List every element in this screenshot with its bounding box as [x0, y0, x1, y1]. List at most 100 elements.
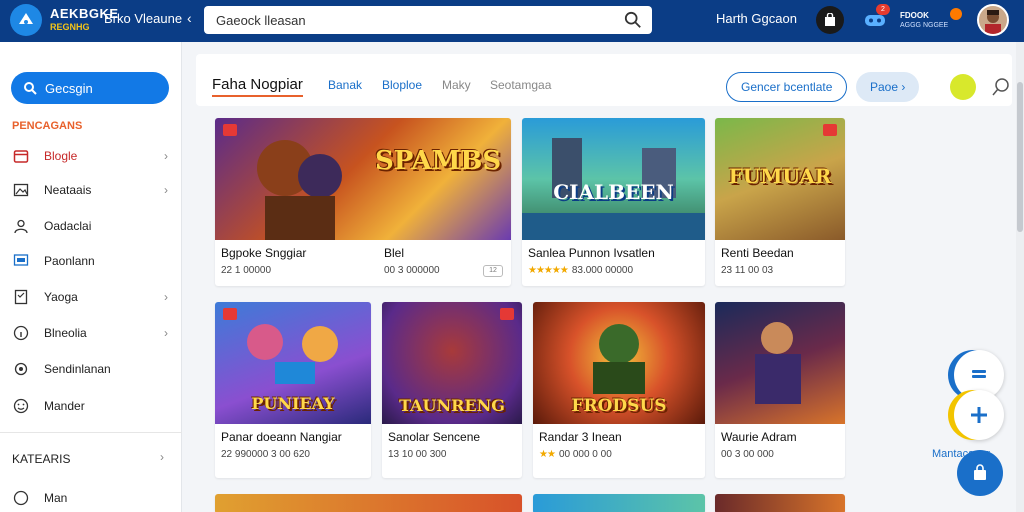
- sidebar-item-man[interactable]: Man: [12, 486, 172, 510]
- header-nav-link[interactable]: Brko Vleaune: [104, 11, 182, 26]
- smile-icon: [12, 397, 30, 415]
- bag-icon: [974, 464, 986, 480]
- sidebar-item-mander[interactable]: Mander: [12, 394, 172, 418]
- scrollbar[interactable]: [1016, 42, 1024, 512]
- game-meta: 00 3 000000: [384, 265, 440, 276]
- game-meta-text: 23 11 00 03: [721, 265, 774, 276]
- sidebar-item-neataais[interactable]: Neataais ›: [12, 178, 172, 202]
- hot-badge: [823, 124, 837, 136]
- sidebar-divider: [0, 432, 182, 433]
- chevron-right-icon: ›: [164, 290, 168, 304]
- game-name: Waurie Adram: [721, 430, 797, 444]
- info-icon: [12, 324, 30, 342]
- tab-bloploe[interactable]: Bloploe: [382, 78, 422, 92]
- sidebar-item-oadaclai[interactable]: Oadaclai: [12, 214, 172, 238]
- game-art-title: CIALBEEN: [553, 180, 674, 204]
- game-art-title: TAUNRENG: [399, 396, 505, 415]
- character-art-icon: [257, 140, 342, 240]
- game-card[interactable]: FRODSUS Randar 3 Inean ★★ 00 000 0 00: [533, 302, 705, 478]
- game-meta: 23 11 00 03: [721, 265, 773, 276]
- game-card[interactable]: [215, 494, 522, 512]
- user-name[interactable]: Harth Ggcaon: [716, 11, 797, 26]
- game-meta: 22 1 00000: [221, 265, 271, 276]
- outline-filter-button[interactable]: Gencer bcentlate: [726, 72, 848, 102]
- top-header: AEKBGKE REGNHG Brko Vleaune ‹ Gaeock lle…: [0, 0, 1024, 42]
- sidebar-item-blneolia[interactable]: Blneolia ›: [12, 321, 172, 345]
- circle-icon: [12, 489, 30, 507]
- account-label[interactable]: FDOOK: [900, 11, 929, 20]
- game-card[interactable]: SPAMBS Bgpoke Snggiar 22 1 00000 12: [215, 118, 511, 286]
- game-art: TAUNRENG: [382, 302, 522, 424]
- bag-button[interactable]: [816, 6, 844, 34]
- avatar[interactable]: [977, 4, 1009, 36]
- rating-stars: ★★: [539, 449, 556, 460]
- bag-icon: [825, 13, 835, 26]
- search-input[interactable]: Gaeock lleasan: [204, 6, 652, 34]
- sidebar-item-label: Sendinlanan: [44, 362, 111, 376]
- settings-icon: [12, 360, 30, 378]
- brand-subtitle: REGNHG: [50, 22, 90, 32]
- cart-fab-button[interactable]: [957, 450, 1003, 496]
- app-logo[interactable]: [10, 4, 42, 36]
- game-meta: 00 3 00 000: [721, 449, 774, 460]
- game-art: FRODSUS: [533, 302, 705, 424]
- image-icon: [12, 181, 30, 199]
- game-card[interactable]: FUMUAR Renti Beedan 23 11 00 03: [715, 118, 845, 286]
- chevron-right-icon: ›: [160, 450, 164, 464]
- hot-badge: [500, 308, 514, 320]
- game-art: CIALBEEN: [522, 118, 705, 240]
- add-fab-button[interactable]: [954, 390, 1004, 440]
- game-card[interactable]: Waurie Adram 00 3 00 000: [715, 302, 845, 478]
- sidebar-item-label: Yaoga: [44, 290, 78, 304]
- sidebar-category-title[interactable]: KATEARIS: [12, 452, 70, 466]
- search-icon[interactable]: [624, 11, 642, 29]
- game-card[interactable]: CIALBEEN Sanlea Punnon Ivsatlen ★★★★★ 83.…: [522, 118, 705, 286]
- coin-icon: [950, 8, 962, 20]
- tab-seotamgaa[interactable]: Seotamgaa: [490, 78, 551, 92]
- game-meta: 13 10 00 300: [388, 449, 446, 460]
- search-icon: [24, 82, 37, 95]
- game-card[interactable]: TAUNRENG Sanolar Sencene 13 10 00 300: [382, 302, 522, 478]
- notification-count: 2: [876, 4, 890, 15]
- chevron-right-icon: ›: [164, 149, 168, 163]
- search-icon[interactable]: [990, 76, 1012, 98]
- game-art-title: SPAMBS: [375, 146, 502, 176]
- tab-maky[interactable]: Maky: [442, 78, 471, 92]
- sidebar-primary-label: Gecsgin: [45, 80, 93, 96]
- sidebar-primary-button[interactable]: Gecsgin: [11, 72, 169, 104]
- game-card[interactable]: PUNIEAY Panar doeann Nangiar 22 990000 3…: [215, 302, 371, 478]
- sidebar-item-label: Paonlann: [44, 254, 95, 268]
- chevron-right-icon: ›: [164, 183, 168, 197]
- sidebar-item-label: Blneolia: [44, 326, 87, 340]
- sidebar-item-paonlann[interactable]: Paonlann: [12, 249, 172, 273]
- tab-main[interactable]: Faha Nogpiar: [212, 76, 303, 97]
- game-meta: 22 990000 3 00 620: [221, 449, 310, 460]
- tab-banak[interactable]: Banak: [328, 78, 362, 92]
- fill-filter-button[interactable]: Paoe ›: [856, 72, 920, 102]
- game-meta-text: 13 10 00 300: [388, 449, 447, 460]
- game-art: PUNIEAY: [215, 302, 371, 424]
- game-meta-text: 22 990000 3 00 620: [221, 449, 310, 460]
- sidebar-item-label: Man: [44, 491, 68, 505]
- game-card[interactable]: [533, 494, 705, 512]
- sidebar-item-yaoga[interactable]: Yaoga ›: [12, 285, 172, 309]
- game-name: Bgpoke Snggiar: [221, 246, 307, 260]
- chevron-down-icon[interactable]: ‹: [187, 10, 192, 26]
- document-icon: [12, 288, 30, 306]
- plus-icon: [971, 407, 987, 423]
- game-name: Sanlea Punnon Ivsatlen: [528, 246, 655, 260]
- monitor-icon: [12, 252, 30, 270]
- notifications-button[interactable]: 2: [862, 4, 890, 34]
- green-status-icon[interactable]: [950, 74, 976, 100]
- game-meta-text: 00 3 00 000: [721, 449, 774, 460]
- user-avatar-icon: [979, 6, 1007, 34]
- fighter-art-icon: [755, 322, 801, 404]
- game-name: Randar 3 Inean: [539, 430, 622, 444]
- game-art: SPAMBS: [215, 118, 511, 240]
- game-art: [715, 302, 845, 424]
- scrollbar-thumb[interactable]: [1017, 82, 1023, 232]
- game-name: Blel: [384, 246, 405, 260]
- game-card[interactable]: [715, 494, 845, 512]
- sidebar-item-sendinlanan[interactable]: Sendinlanan: [12, 357, 172, 381]
- sidebar-item-blogle[interactable]: Blogle ›: [12, 144, 172, 168]
